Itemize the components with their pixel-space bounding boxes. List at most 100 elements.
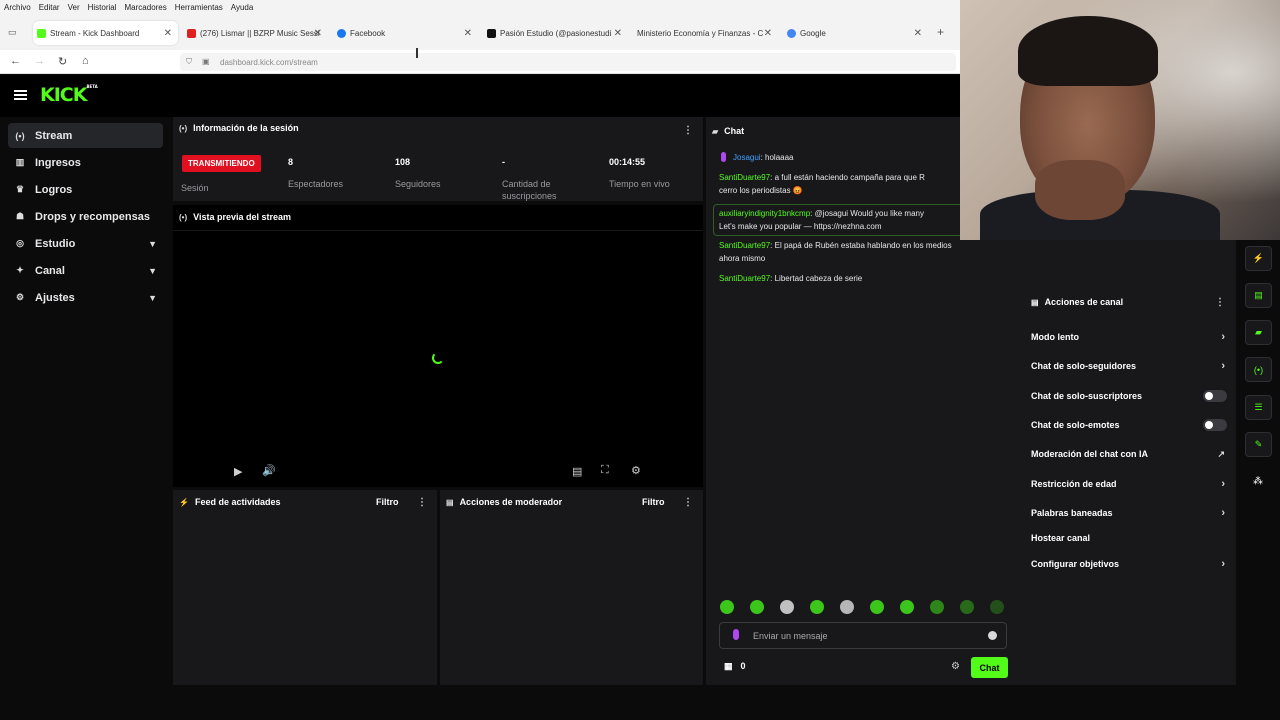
more-options-icon[interactable]: ⋮ (683, 497, 693, 508)
action-host-channel[interactable]: Hostear canal (1031, 531, 1229, 545)
close-tab-icon[interactable]: ✕ (914, 28, 922, 39)
chevron-right-icon: › (1221, 558, 1225, 570)
action-ai-moderation[interactable]: Moderación del chat con IA ↗ (1031, 447, 1229, 461)
action-subscribers-only[interactable]: Chat de solo-suscriptores (1031, 389, 1229, 403)
action-slow-mode[interactable]: Modo lento › (1031, 330, 1229, 344)
studio-icon: ◎ (16, 238, 24, 248)
sidebar-item-stream[interactable]: (•) Stream (8, 123, 163, 148)
menu-item[interactable]: Archivo (4, 3, 31, 12)
channel-icon: ✦ (16, 265, 24, 275)
theater-mode-icon[interactable]: ▤ (572, 465, 582, 478)
chat-text-continued: cerro los periodistas 😡 (719, 186, 803, 195)
menu-item[interactable]: Historial (88, 3, 117, 12)
reload-icon[interactable]: ↻ (58, 55, 67, 68)
filter-button[interactable]: Filtro (376, 497, 399, 507)
chat-username[interactable]: SantiDuarte97 (719, 274, 770, 283)
emote-icon[interactable] (900, 600, 914, 614)
chat-message-input[interactable]: Enviar un mensaje (719, 622, 1007, 649)
sidebar-item-ingresos[interactable]: ▥ Ingresos (8, 150, 163, 175)
panel-header: ▰ Chat (712, 126, 744, 136)
back-icon[interactable]: ← (10, 55, 21, 67)
x-favicon-icon (487, 28, 496, 38)
home-icon[interactable]: ⌂ (82, 55, 89, 67)
menu-item[interactable]: Editar (39, 3, 60, 12)
toggle-switch[interactable] (1203, 390, 1227, 402)
menu-item[interactable]: Ver (68, 3, 80, 12)
sidebar-item-drops[interactable]: ☗ Drops y recompensas (8, 204, 163, 229)
play-icon[interactable]: ▶ (234, 465, 242, 478)
emote-icon[interactable] (870, 600, 884, 614)
menu-item[interactable]: Marcadores (125, 3, 167, 12)
forward-icon[interactable]: → (34, 55, 45, 67)
chat-settings-icon[interactable]: ⚙ (951, 661, 960, 672)
lightning-icon[interactable]: ⚡ (1245, 246, 1272, 271)
sidebar-item-ajustes[interactable]: ⚙ Ajustes ▼ (8, 285, 163, 310)
close-tab-icon[interactable]: ✕ (464, 28, 472, 39)
emote-icon[interactable] (840, 600, 854, 614)
kick-logo[interactable]: KICKBETA (40, 84, 98, 106)
close-tab-icon[interactable]: ✕ (614, 28, 622, 39)
emote-icon[interactable] (720, 600, 734, 614)
emote-icon[interactable] (990, 600, 1004, 614)
more-options-icon[interactable]: ⋮ (1215, 297, 1225, 308)
filter-button[interactable]: Filtro (642, 497, 665, 507)
chart-icon: ▥ (15, 157, 25, 167)
sidebar-item-canal[interactable]: ✦ Canal ▼ (8, 258, 163, 283)
action-configure-goals[interactable]: Configurar objetivos › (1031, 557, 1229, 571)
wrench-icon[interactable]: ✎ (1245, 432, 1272, 457)
settings-icon[interactable]: ⚙ (631, 464, 641, 477)
panel-title: Acciones de canal (1044, 297, 1124, 307)
volume-icon[interactable]: 🔊 (262, 464, 276, 477)
tab-kick-dashboard[interactable]: Stream - Kick Dashboard ✕ (33, 21, 178, 45)
emoji-picker-icon[interactable] (988, 631, 997, 640)
close-tab-icon[interactable]: ✕ (314, 28, 322, 39)
chat-bubble-icon: ▰ (712, 126, 719, 136)
more-options-icon[interactable]: ⋮ (417, 497, 427, 508)
browser-addressbar: ← → ↻ ⌂ ⛉ ▣ dashboard.kick.com/stream (0, 50, 960, 74)
tab-google[interactable]: Google ✕ (783, 21, 928, 45)
document-icon[interactable]: ▤ (1245, 283, 1272, 308)
emote-icon[interactable] (930, 600, 944, 614)
sidebar-item-estudio[interactable]: ◎ Estudio ▼ (8, 231, 163, 256)
chat-text: : @josagui Would you like many (810, 209, 924, 218)
url-field[interactable]: ⛉ ▣ dashboard.kick.com/stream (180, 53, 956, 71)
tab-x[interactable]: Pasión Estudio (@pasionestudi ✕ (483, 21, 628, 45)
points-icon: ▦ (724, 661, 733, 671)
emote-icon[interactable] (750, 600, 764, 614)
action-age-restriction[interactable]: Restricción de edad › (1031, 477, 1229, 491)
tab-facebook[interactable]: Facebook ✕ (333, 21, 478, 45)
action-followers-only[interactable]: Chat de solo-seguidores › (1031, 359, 1229, 373)
emote-icon[interactable] (810, 600, 824, 614)
sidebar-item-logros[interactable]: ♛ Logros (8, 177, 163, 202)
broadcast-icon: (•) (179, 212, 188, 222)
chat-bubble-icon[interactable]: ▰ (1245, 320, 1272, 345)
menu-item[interactable]: Ayuda (231, 3, 254, 12)
channel-points[interactable]: ▦ 0 (724, 661, 746, 672)
chat-username[interactable]: SantiDuarte97 (719, 173, 770, 182)
more-options-icon[interactable]: ⋮ (683, 125, 693, 136)
toggle-switch[interactable] (1203, 419, 1227, 431)
fullscreen-icon[interactable]: ⛶ (601, 464, 609, 477)
add-widget-icon[interactable]: ⁂ (1253, 476, 1263, 487)
tab-label: Facebook (350, 28, 386, 38)
broadcast-icon[interactable]: (•) (1245, 357, 1272, 382)
tab-overview-icon[interactable]: ▭ (8, 27, 17, 38)
chat-username[interactable]: auxiliaryindignity1bnkcmp (719, 209, 810, 218)
chat-username[interactable]: SantiDuarte97 (719, 241, 770, 250)
panel-header: ▤ Acciones de moderador (446, 497, 562, 507)
menu-icon[interactable] (14, 90, 27, 101)
tab-youtube[interactable]: (276) Lismar || BZRP Music Sessi ✕ (183, 21, 328, 45)
send-chat-button[interactable]: Chat (971, 657, 1008, 678)
layout-icon[interactable]: ☰ (1245, 395, 1272, 420)
action-emotes-only[interactable]: Chat de solo-emotes (1031, 418, 1229, 432)
viewers-value: 8 (288, 157, 294, 167)
action-banned-words[interactable]: Palabras baneadas › (1031, 506, 1229, 520)
tab-ministerio[interactable]: Ministerio Economía y Finanzas - C ✕ (633, 21, 778, 45)
menu-item[interactable]: Herramientas (175, 3, 223, 12)
close-tab-icon[interactable]: ✕ (164, 28, 172, 39)
loading-spinner-icon (432, 352, 444, 364)
emote-icon[interactable] (780, 600, 794, 614)
emote-icon[interactable] (960, 600, 974, 614)
new-tab-icon[interactable]: + (937, 25, 944, 39)
close-tab-icon[interactable]: ✕ (764, 28, 772, 39)
